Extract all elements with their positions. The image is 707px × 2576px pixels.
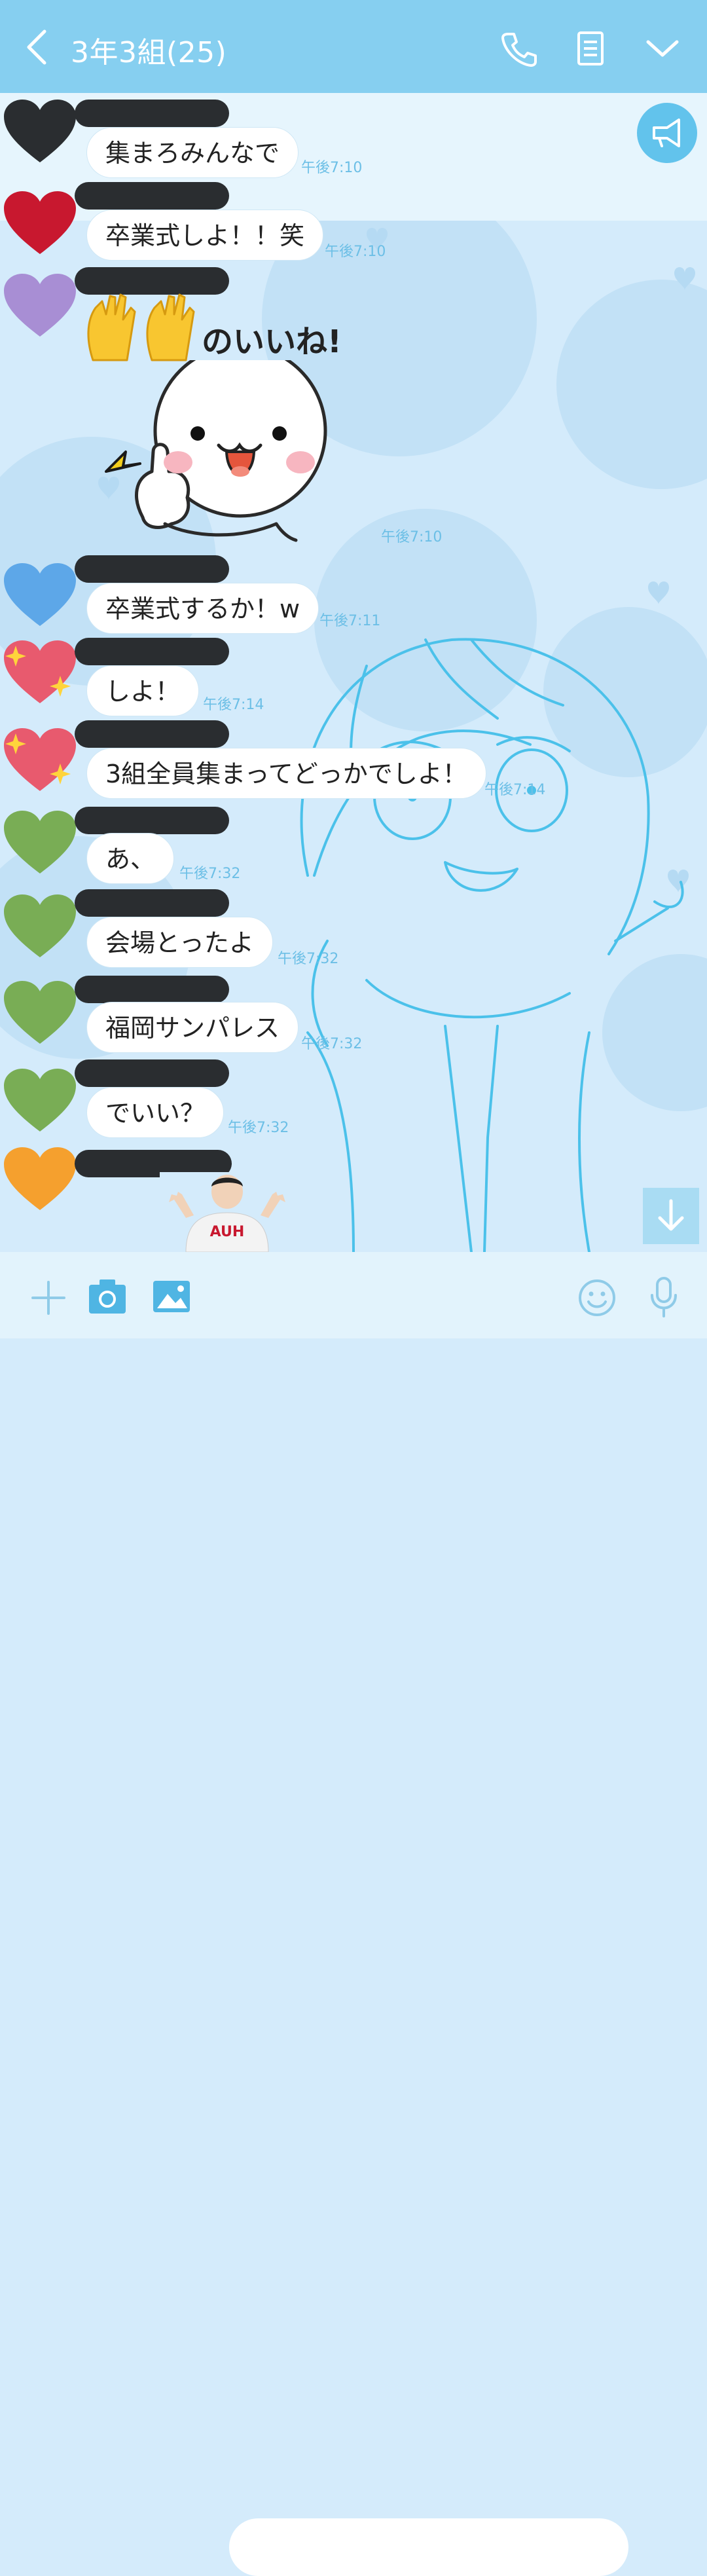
sender-name-redacted (75, 807, 229, 834)
heart-avatar[interactable] (3, 272, 77, 340)
heart-avatar[interactable] (3, 809, 77, 877)
heart-avatar[interactable] (3, 190, 77, 258)
camera-icon[interactable] (88, 1278, 127, 1315)
message-bubble[interactable]: 会場とったよ (86, 917, 273, 968)
heart-avatar[interactable] (3, 98, 77, 166)
announcement-button[interactable] (637, 103, 697, 163)
message-bubble[interactable]: 福岡サンパレス (86, 1002, 299, 1053)
megaphone-icon (653, 119, 680, 147)
heart-avatar[interactable] (3, 562, 77, 630)
message-time: 午後7:10 (301, 160, 363, 176)
sender-name-redacted (75, 100, 229, 127)
heart-avatar[interactable] (3, 1146, 77, 1214)
notes-icon[interactable] (570, 28, 611, 69)
sender-name-redacted (75, 638, 229, 665)
heart-avatar[interactable] (3, 980, 77, 1048)
sender-name-redacted (75, 889, 229, 917)
sender-name-redacted (75, 1059, 229, 1087)
message-bubble[interactable]: 3組全員集まってどっかでしよ！ (86, 748, 486, 799)
sparkling-heart-avatar[interactable] (3, 727, 77, 795)
message-bubble[interactable]: 卒業式しよ！！笑 (86, 210, 324, 261)
phone-icon[interactable] (498, 28, 539, 69)
shirt-print: AUH (210, 1224, 245, 1240)
sender-name-redacted (75, 720, 229, 748)
sender-name-redacted (75, 976, 229, 1003)
photo-message[interactable]: AUH (160, 1172, 295, 1252)
message-composer (0, 1252, 707, 2576)
emoji-icon[interactable] (577, 1278, 617, 1317)
message-time: 午後7:32 (228, 1120, 289, 1136)
sender-name-redacted (75, 182, 229, 210)
message-time: 午後7:14 (484, 782, 546, 798)
message-time: 午後7:32 (278, 951, 339, 967)
message-input[interactable] (229, 2518, 628, 2576)
arrow-down-icon (658, 1199, 684, 1231)
message-time: 午後7:14 (203, 697, 264, 713)
chevron-left-icon[interactable] (21, 26, 54, 68)
sparkling-heart-avatar[interactable] (3, 639, 77, 707)
message-bubble[interactable]: あ、 (86, 833, 175, 884)
message-time: 午後7:10 (325, 244, 386, 260)
message-time: 午後7:11 (319, 613, 381, 629)
sender-name-redacted (75, 555, 229, 583)
chat-title: 3年3組(25) (71, 36, 227, 69)
scroll-to-bottom-button[interactable] (643, 1188, 699, 1244)
message-time: 午後7:10 (381, 529, 443, 545)
sticker-message[interactable]: のいいね! (80, 282, 368, 543)
heart-avatar[interactable] (3, 893, 77, 961)
message-bubble[interactable]: 卒業式するか！w (86, 583, 319, 634)
mic-icon[interactable] (648, 1276, 680, 1319)
message-bubble[interactable]: しよ！ (86, 665, 200, 716)
message-bubble[interactable]: でいい？ (86, 1087, 225, 1138)
clapping-hands-icon (87, 293, 195, 361)
message-time: 午後7:32 (179, 866, 241, 882)
chevron-down-icon[interactable] (642, 28, 683, 69)
plus-icon[interactable] (29, 1278, 68, 1317)
smiling-mascot-sticker (105, 360, 327, 542)
message-bubble[interactable]: 集まろみんなで (86, 127, 299, 178)
chat-header: 3年3組(25) (0, 0, 707, 93)
message-time: 午後7:32 (301, 1036, 363, 1052)
sticker-caption: のいいね! (202, 323, 342, 360)
image-icon[interactable] (152, 1279, 191, 1314)
heart-avatar[interactable] (3, 1067, 77, 1135)
